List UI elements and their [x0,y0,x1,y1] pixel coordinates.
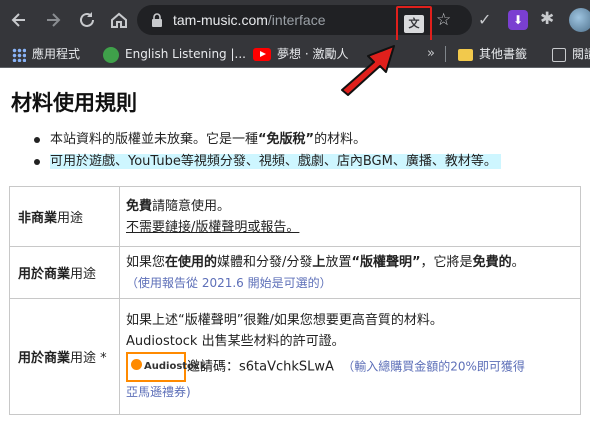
other-bookmarks-label: 其他書籤 [479,47,528,61]
bookmarks-divider [445,46,446,62]
page-content: 材料使用規則 本站資料的版權並未放棄。它是一種“免版稅”的材料。 可用於遊戲、Y… [0,69,590,424]
list-item: 可用於遊戲、YouTube等視頻分發、視頻、戲劇、店內BGM、廣播、教材等。 [34,151,501,173]
annotation-arrow [341,45,395,96]
browser-toolbar: tam-music.com/interface 文 ☆ ✓ ⬇ ✱ [0,0,590,42]
invite-code-note-continued: 亞馬遜禮券) [126,385,191,399]
table-row: 非商業用途 免費請隨意使用。 不需要鏈接/版權聲明或報告。 [9,186,581,247]
audiostock-logo-text: Audiostock [144,361,207,372]
url-text[interactable]: tam-music.com/interface [173,12,326,28]
usage-report-note: （使用報告從 2021.6 開始是可選的） [126,275,332,290]
reading-list-button[interactable]: 閱讀 [552,40,590,68]
bookmark-label: 應用程式 [32,47,81,61]
translate-highlight-box: 文 [396,6,432,42]
page-title: 材料使用規則 [11,91,137,115]
list-item: 本站資料的版權並未放棄。它是一種“免版稅”的材料。 [34,129,501,151]
lock-icon[interactable] [149,12,165,28]
reading-list-label: 閱讀 [572,47,590,61]
other-bookmarks-folder[interactable]: 其他書籤 [458,40,527,68]
green-circle-icon [103,46,119,63]
row-label: 用於商業用途 * [9,298,120,415]
row-label: 非商業用途 [9,186,120,247]
avatar[interactable] [569,8,590,32]
notes-list: 本站資料的版權並未放棄。它是一種“免版稅”的材料。 可用於遊戲、YouTube等… [34,129,501,173]
bookmarks-bar: 應用程式 English Listening |... 夢想 · 激勵人 » 其… [0,40,590,68]
reading-list-icon [552,47,566,62]
check-icon[interactable]: ✓ [478,10,491,29]
apps-grid-icon [12,47,26,62]
folder-icon [458,48,473,61]
star-icon[interactable]: ☆ [436,10,451,30]
table-row: 用於商業用途 * 如果上述“版權聲明”很難/如果您想要更高音質的材料。 Audi… [9,298,581,415]
row-label: 用於商業用途 [9,246,120,299]
reload-icon[interactable] [76,9,98,31]
bookmark-label: English Listening |... [125,47,246,61]
row-detail: 如果上述“版權聲明”很難/如果您想要更高音質的材料。 Audiostock 出售… [119,298,581,415]
home-icon[interactable] [108,9,130,31]
bookmarks-overflow-button[interactable]: » [427,40,435,68]
bookmark-apps[interactable]: 應用程式 [12,40,80,68]
audiostock-logo-icon [131,359,142,370]
row-detail: 如果您在使用的媒體和分發/分發上放置“版權聲明”，它將是免費的。 （使用報告從 … [119,246,581,299]
invite-code-note: （輸入總購買金額的20%即可獲得 [342,359,525,374]
invite-code: 邀請碼：s6taVchkSLwA [187,359,334,375]
youtube-icon [253,48,271,61]
download-extension-icon[interactable]: ⬇ [508,10,528,30]
table-row: 用於商業用途 如果您在使用的媒體和分發/分發上放置“版權聲明”，它將是免費的。 … [9,246,581,299]
audiostock-logo-button[interactable]: Audiostock [126,352,207,382]
usage-rules-table: 非商業用途 免費請隨意使用。 不需要鏈接/版權聲明或報告。 用於商業用途 如果您… [9,186,581,415]
translate-icon[interactable]: 文 [404,15,424,33]
back-icon[interactable] [8,9,30,31]
row-detail: 免費請隨意使用。 不需要鏈接/版權聲明或報告。 [119,186,581,247]
forward-icon[interactable] [42,9,64,31]
puzzle-icon[interactable]: ✱ [540,9,554,29]
bookmark-english-listening[interactable]: English Listening |... [103,40,246,68]
